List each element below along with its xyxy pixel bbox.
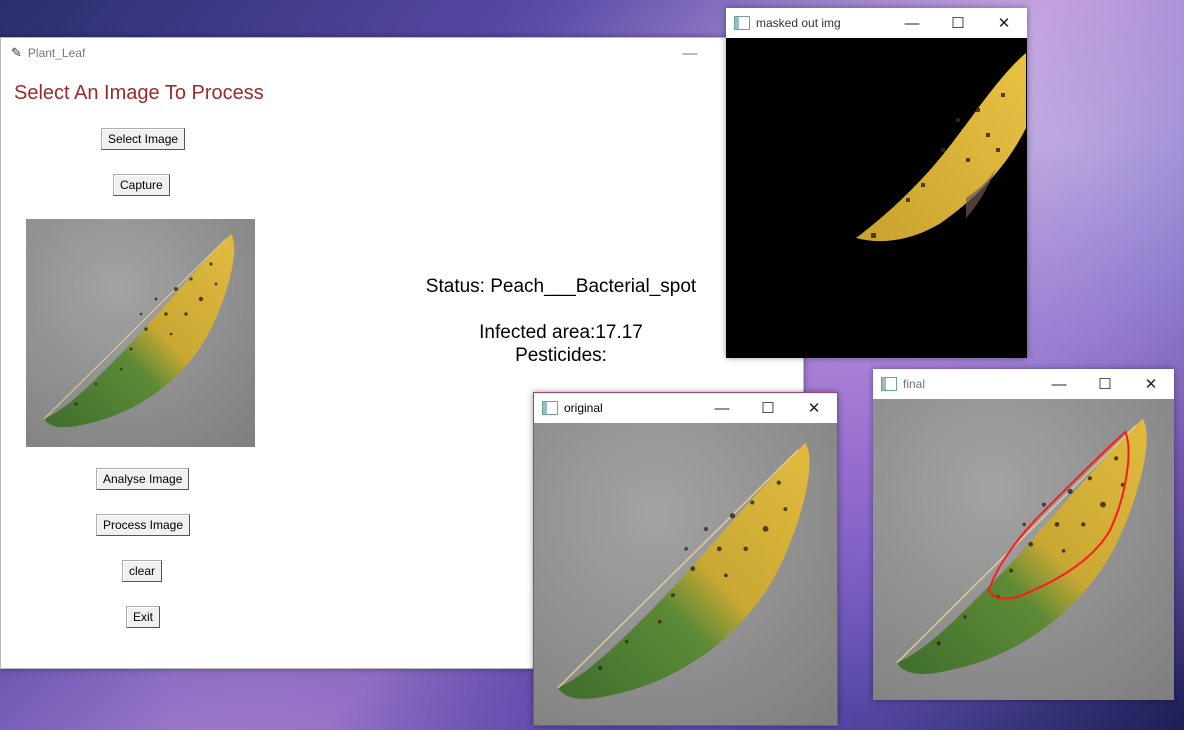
maximize-button[interactable]: ☐ bbox=[935, 8, 981, 38]
main-titlebar: ✎ Plant_Leaf — bbox=[1, 38, 803, 68]
minimize-button[interactable]: — bbox=[1036, 369, 1082, 399]
clear-button[interactable]: clear bbox=[122, 560, 163, 582]
close-button[interactable]: ✕ bbox=[791, 393, 837, 423]
feather-icon: ✎ bbox=[11, 45, 22, 60]
masked-image bbox=[726, 38, 1027, 358]
close-button[interactable]: ✕ bbox=[1128, 369, 1174, 399]
masked-titlebar: masked out img — ☐ ✕ bbox=[726, 8, 1027, 38]
original-window-title: original bbox=[564, 401, 603, 415]
final-image bbox=[873, 399, 1174, 700]
masked-image-window: masked out img — ☐ ✕ bbox=[726, 8, 1027, 358]
masked-window-title: masked out img bbox=[756, 16, 841, 30]
final-titlebar: final — ☐ ✕ bbox=[873, 369, 1174, 399]
minimize-button[interactable]: — bbox=[889, 8, 935, 38]
selected-image-preview bbox=[26, 219, 255, 447]
original-image-window: original — ☐ ✕ bbox=[533, 392, 838, 726]
window-app-icon bbox=[542, 401, 558, 415]
original-titlebar: original — ☐ ✕ bbox=[534, 393, 837, 423]
close-button[interactable]: ✕ bbox=[981, 8, 1027, 38]
final-image-window: final — ☐ ✕ bbox=[873, 369, 1174, 700]
window-app-icon bbox=[881, 377, 897, 391]
select-image-button[interactable]: Select Image bbox=[101, 128, 186, 150]
maximize-button[interactable]: ☐ bbox=[745, 393, 791, 423]
process-image-button[interactable]: Process Image bbox=[96, 514, 191, 536]
minimize-button[interactable]: — bbox=[699, 393, 745, 423]
main-window-title: Plant_Leaf bbox=[27, 46, 86, 60]
exit-button[interactable]: Exit bbox=[126, 606, 161, 628]
maximize-button[interactable]: ☐ bbox=[1082, 369, 1128, 399]
window-app-icon bbox=[734, 16, 750, 30]
original-image bbox=[534, 423, 837, 725]
minimize-button[interactable]: — bbox=[667, 38, 713, 68]
capture-button[interactable]: Capture bbox=[113, 174, 170, 196]
page-heading: Select An Image To Process bbox=[14, 82, 264, 104]
final-window-title: final bbox=[903, 377, 926, 391]
analyse-image-button[interactable]: Analyse Image bbox=[96, 468, 190, 490]
